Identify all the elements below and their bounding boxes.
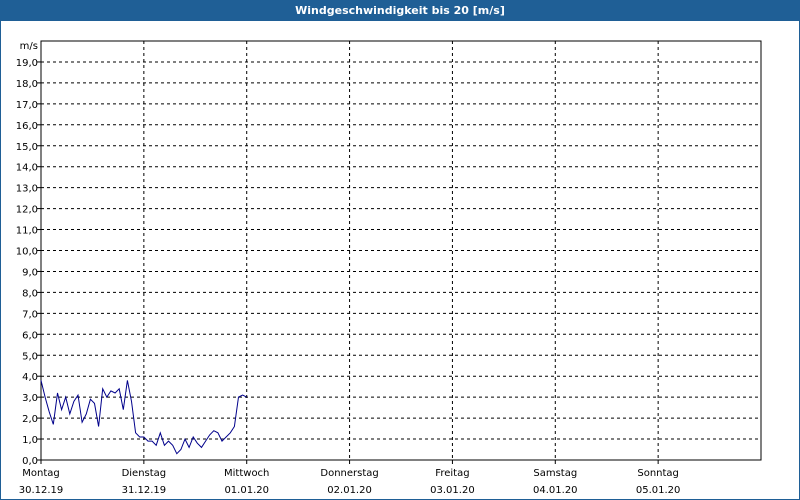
x-tick-date-label: 31.12.19: [122, 485, 167, 496]
y-tick-label: 7,0: [22, 309, 38, 320]
y-tick-label: 5,0: [22, 351, 38, 362]
y-tick-label: 1,0: [22, 435, 38, 446]
y-axis-label: m/s: [20, 41, 38, 52]
x-tick-date-label: 01.01.20: [224, 485, 269, 496]
y-tick-label: 17,0: [16, 100, 38, 111]
x-tick-day-label: Dienstag: [122, 468, 167, 479]
x-tick-day-label: Montag: [22, 468, 59, 479]
chart-window: Windgeschwindigkeit bis 20 [m/s] m/s 0,0 1…: [0, 0, 800, 500]
y-tick-label: 10,0: [16, 247, 38, 258]
x-tick-date-label: 05.01.20: [636, 485, 681, 496]
y-tick-label: 9,0: [22, 267, 38, 278]
y-tick-label: 16,0: [16, 121, 38, 132]
x-tick-date-label: 03.01.20: [430, 485, 475, 496]
x-tick-date-label: 04.01.20: [533, 485, 578, 496]
y-tick-label: 11,0: [16, 226, 38, 237]
x-tick-date-label: 02.01.20: [327, 485, 372, 496]
y-tick-label: 15,0: [16, 142, 38, 153]
x-tick-day-label: Samstag: [533, 468, 577, 479]
x-tick-day-label: Sonntag: [637, 468, 679, 479]
y-tick-label: 4,0: [22, 372, 38, 383]
y-tick-label: 0,0: [22, 456, 38, 467]
y-tick-label: 8,0: [22, 288, 38, 299]
x-tick-date-label: 30.12.19: [19, 485, 64, 496]
x-tick-day-label: Freitag: [435, 468, 469, 479]
y-tick-label: 18,0: [16, 79, 38, 90]
y-tick-label: 13,0: [16, 184, 38, 195]
y-tick-label: 19,0: [16, 58, 38, 69]
y-tick-label: 14,0: [16, 163, 38, 174]
y-tick-label: 3,0: [22, 393, 38, 404]
x-tick-day-label: Donnerstag: [320, 468, 378, 479]
wind-speed-chart: m/s 0,0 1,0 2,0 3,0 4,0 5,0 6,0 7,0 8,0 9,0 10,0 11,…: [16, 40, 762, 496]
y-tick-label: 2,0: [22, 414, 38, 425]
x-tick-day-label: Mittwoch: [224, 468, 269, 479]
chart-title: Windgeschwindigkeit bis 20 [m/s]: [1, 1, 799, 21]
y-tick-label: 12,0: [16, 205, 38, 216]
y-tick-label: 6,0: [22, 330, 38, 341]
